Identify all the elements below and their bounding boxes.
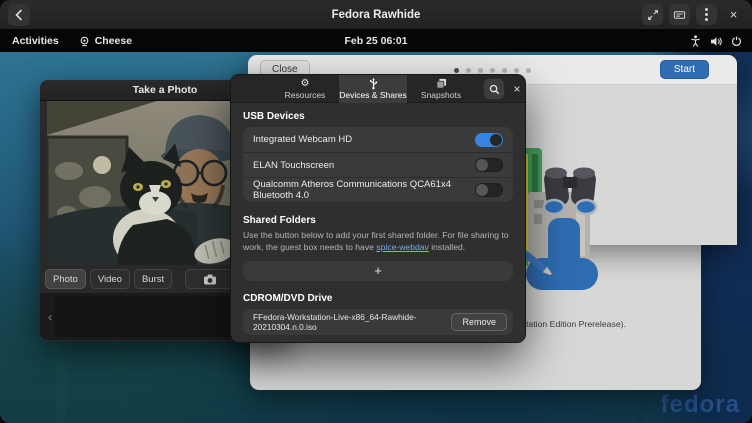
vm-display: fedora Close Start	[0, 30, 752, 423]
usb-devices-heading: USB Devices	[243, 111, 513, 122]
desc-text: installed.	[429, 242, 465, 252]
fullscreen-button[interactable]	[642, 4, 663, 25]
tour-start-button[interactable]: Start	[660, 60, 709, 79]
device-toggle[interactable]	[475, 183, 503, 197]
back-button[interactable]	[8, 4, 30, 26]
device-name: Integrated Webcam HD	[253, 134, 352, 145]
properties-dialog: ⚙ Resources Devices & Shares Snapshots	[230, 74, 526, 343]
dialog-close-button[interactable]: ×	[509, 79, 525, 99]
fullscreen-icon	[647, 9, 659, 21]
search-button[interactable]	[483, 78, 505, 100]
device-name: ELAN Touchscreen	[253, 160, 334, 171]
usb-icon	[368, 78, 379, 89]
device-row: Qualcomm Atheros Communications QCA61x4 …	[243, 177, 513, 202]
mode-burst-button[interactable]: Burst	[134, 269, 172, 289]
dialog-tabs: ⚙ Resources Devices & Shares Snapshots	[271, 75, 475, 103]
titlebar-actions: ×	[642, 4, 744, 25]
keyboard-button[interactable]	[669, 4, 690, 25]
power-icon	[731, 36, 742, 47]
volume-icon	[710, 36, 722, 47]
boxes-titlebar: Fedora Rawhide ×	[0, 0, 752, 30]
mode-video-button[interactable]: Video	[90, 269, 130, 289]
device-row: ELAN Touchscreen	[243, 152, 513, 177]
spice-webdav-link[interactable]: spice-webdav	[376, 242, 429, 252]
keyboard-icon	[673, 9, 686, 21]
fedora-watermark: fedora	[661, 391, 740, 419]
carousel-dot[interactable]	[526, 68, 531, 73]
kebab-menu-icon	[705, 8, 708, 21]
chevron-left-icon	[13, 9, 25, 21]
camera-icon	[203, 274, 217, 285]
cdrom-row: FFedora-Workstation-Live-x86_64-Rawhide-…	[243, 309, 513, 335]
accessibility-icon	[690, 35, 701, 47]
tab-devices-shares[interactable]: Devices & Shares	[339, 75, 407, 103]
tab-resources[interactable]: ⚙ Resources	[271, 75, 339, 103]
shared-folders-description: Use the button below to add your first s…	[243, 230, 515, 254]
carousel-dot[interactable]	[454, 68, 459, 73]
snapshots-icon	[436, 78, 447, 89]
activities-button[interactable]: Activities	[0, 30, 71, 52]
strip-prev-button[interactable]: ‹	[40, 310, 55, 324]
tour-caption-text: tation Edition Prerelease).	[526, 319, 626, 329]
search-icon	[489, 84, 500, 95]
boxes-window: Fedora Rawhide × fedora Cl	[0, 0, 752, 423]
carousel-dot[interactable]	[490, 68, 495, 73]
device-row: Integrated Webcam HD	[243, 127, 513, 152]
iso-filename: FFedora-Workstation-Live-x86_64-Rawhide-…	[253, 312, 451, 332]
cdrom-heading: CDROM/DVD Drive	[243, 293, 513, 304]
dialog-body: USB Devices Integrated Webcam HD ELAN To…	[231, 103, 525, 335]
close-window-button[interactable]: ×	[723, 4, 744, 25]
device-toggle[interactable]	[475, 158, 503, 172]
tab-resources-label: Resources	[285, 90, 326, 100]
carousel-dot[interactable]	[514, 68, 519, 73]
mode-photo-button[interactable]: Photo	[45, 269, 86, 289]
carousel-dot[interactable]	[478, 68, 483, 73]
tab-snapshots[interactable]: Snapshots	[407, 75, 475, 103]
gnome-topbar: Activities Cheese Feb 25 06:01	[0, 30, 752, 52]
app-indicator-label: Cheese	[95, 35, 132, 47]
carousel-dot[interactable]	[502, 68, 507, 73]
carousel-dot[interactable]	[466, 68, 471, 73]
remove-iso-button[interactable]: Remove	[451, 313, 507, 331]
gear-icon: ⚙	[301, 78, 310, 89]
cheese-title: Take a Photo	[133, 84, 198, 96]
system-status-area[interactable]	[690, 30, 742, 52]
tab-devices-label: Devices & Shares	[339, 90, 407, 100]
webcam-icon	[79, 36, 90, 47]
device-name: Qualcomm Atheros Communications QCA61x4 …	[253, 179, 475, 201]
dialog-header: ⚙ Resources Devices & Shares Snapshots	[231, 75, 525, 103]
usb-devices-list: Integrated Webcam HD ELAN Touchscreen Qu…	[243, 127, 513, 202]
window-title: Fedora Rawhide	[0, 9, 752, 21]
shared-folders-heading: Shared Folders	[243, 215, 513, 226]
menu-button[interactable]	[696, 4, 717, 25]
shutter-button[interactable]	[185, 269, 235, 289]
add-shared-folder-button[interactable]: +	[243, 261, 513, 281]
tab-snapshots-label: Snapshots	[421, 90, 461, 100]
device-toggle[interactable]	[475, 133, 503, 147]
app-indicator-cheese[interactable]: Cheese	[71, 30, 140, 52]
